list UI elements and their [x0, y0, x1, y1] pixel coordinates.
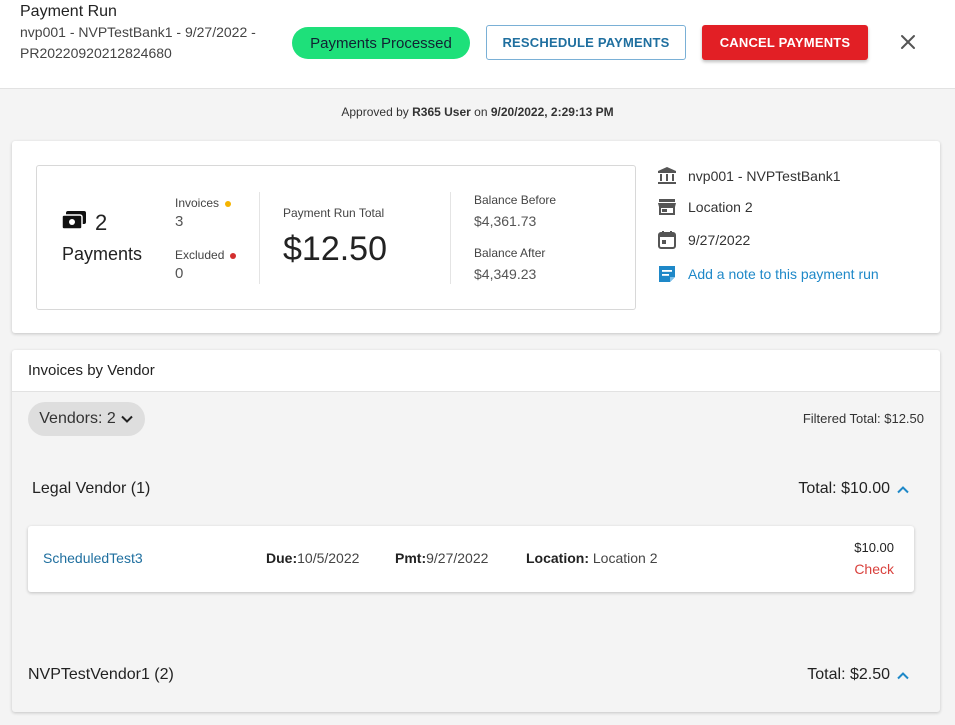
note-icon [657, 264, 677, 284]
balance-before-label: Balance Before [474, 193, 557, 207]
vendor-group-header[interactable]: NVPTestVendor1 (2) Total: $2.50 [12, 660, 940, 690]
date-text: 9/27/2022 [688, 232, 751, 248]
balance-after-value: $4,349.23 [474, 266, 537, 282]
approval-user: R365 User [412, 105, 471, 119]
add-note-text[interactable]: Add a note to this payment run [688, 266, 879, 282]
payments-count: 2 [95, 210, 108, 235]
subtitle-line-2: PR20220920212824680 [20, 45, 172, 61]
vendor-total: Total: $2.50 [807, 666, 890, 683]
payments-label: Payments [62, 244, 143, 264]
invoice-location: Location: Location 2 [526, 550, 658, 566]
payment-run-header: Payment Run nvp001 - NVPTestBank1 - 9/27… [0, 0, 955, 89]
payment-method: Check [854, 561, 894, 577]
location-text: Location 2 [688, 199, 753, 215]
balance-after-label: Balance After [474, 246, 546, 260]
filtered-total: Filtered Total: $12.50 [802, 411, 924, 426]
approval-datetime: 9/20/2022, 2:29:13 PM [490, 105, 614, 119]
invoices-label: Invoices [175, 196, 232, 210]
invoice-due: Due:10/5/2022 [266, 550, 359, 566]
subtitle-line-1: nvp001 - NVPTestBank1 - 9/27/2022 - [20, 24, 256, 40]
bank-icon [657, 166, 677, 186]
divider [450, 192, 451, 284]
close-icon[interactable] [896, 30, 920, 54]
balance-before-value: $4,361.73 [474, 213, 537, 229]
invoice-card: ScheduledTest3 Due:10/5/2022 Pmt:9/27/20… [28, 526, 914, 592]
payment-run-subtitle: nvp001 - NVPTestBank1 - 9/27/2022 - PR20… [20, 22, 280, 64]
bank-info: nvp001 - NVPTestBank1 [657, 166, 841, 186]
add-note-link[interactable]: Add a note to this payment run [657, 264, 879, 284]
vendor-group-header[interactable]: Legal Vendor (1) Total: $10.00 [12, 474, 940, 504]
page-title: Payment Run [20, 3, 117, 20]
cancel-payments-button[interactable]: CANCEL PAYMENTS [702, 25, 868, 60]
invoices-dot [225, 200, 232, 207]
vendor-name: NVPTestVendor1 (2) [28, 666, 174, 683]
invoices-by-vendor-card: Invoices by Vendor Vendors: 2 Filtered T… [12, 350, 940, 712]
invoice-amount: $10.00 [854, 540, 894, 555]
payments-icon [62, 211, 86, 229]
vendors-filter-chip[interactable]: Vendors: 2 [28, 402, 145, 436]
bank-text: nvp001 - NVPTestBank1 [688, 168, 841, 184]
chevron-down-icon [121, 415, 133, 423]
invoices-value: 3 [175, 213, 184, 230]
run-total-value: $12.50 [283, 230, 387, 268]
run-total-label: Payment Run Total [283, 206, 385, 220]
vendors-chip-label: Vendors: 2 [39, 410, 116, 427]
invoices-label-text: Invoices [175, 196, 220, 210]
store-icon [657, 197, 677, 217]
location-info: Location 2 [657, 197, 753, 217]
due-label: Due: [266, 550, 298, 566]
section-title: Invoices by Vendor [28, 362, 155, 379]
due-value: 10/5/2022 [297, 550, 360, 566]
approval-info: Approved by R365 User on 9/20/2022, 2:29… [0, 105, 955, 119]
invoices-by-vendor-header: Invoices by Vendor [12, 350, 940, 392]
excluded-label-text: Excluded [175, 248, 225, 262]
location-value: Location 2 [592, 550, 658, 566]
approval-prefix: Approved by [341, 105, 409, 119]
date-info: 9/27/2022 [657, 230, 750, 250]
excluded-dot [230, 252, 237, 259]
invoice-link[interactable]: ScheduledTest3 [43, 550, 143, 566]
vendor-name: Legal Vendor (1) [32, 480, 151, 497]
status-badge: Payments Processed [292, 27, 470, 59]
chevron-up-icon[interactable] [896, 483, 910, 497]
pmt-label: Pmt: [395, 550, 427, 566]
invoice-pmt: Pmt:9/27/2022 [395, 550, 488, 566]
calendar-icon [657, 230, 677, 250]
payment-stats-box: 2 Payments Invoices 3 Excluded 0 Payment… [36, 165, 636, 310]
chevron-up-icon[interactable] [896, 669, 910, 683]
excluded-value: 0 [175, 265, 184, 282]
excluded-label: Excluded [175, 248, 237, 262]
reschedule-payments-button[interactable]: RESCHEDULE PAYMENTS [486, 25, 686, 60]
pmt-value: 9/27/2022 [426, 550, 489, 566]
divider [259, 192, 260, 284]
location-label: Location: [526, 550, 589, 566]
vendor-total: Total: $10.00 [798, 480, 890, 497]
approval-on: on [474, 105, 488, 119]
summary-card: 2 Payments Invoices 3 Excluded 0 Payment… [12, 141, 940, 333]
